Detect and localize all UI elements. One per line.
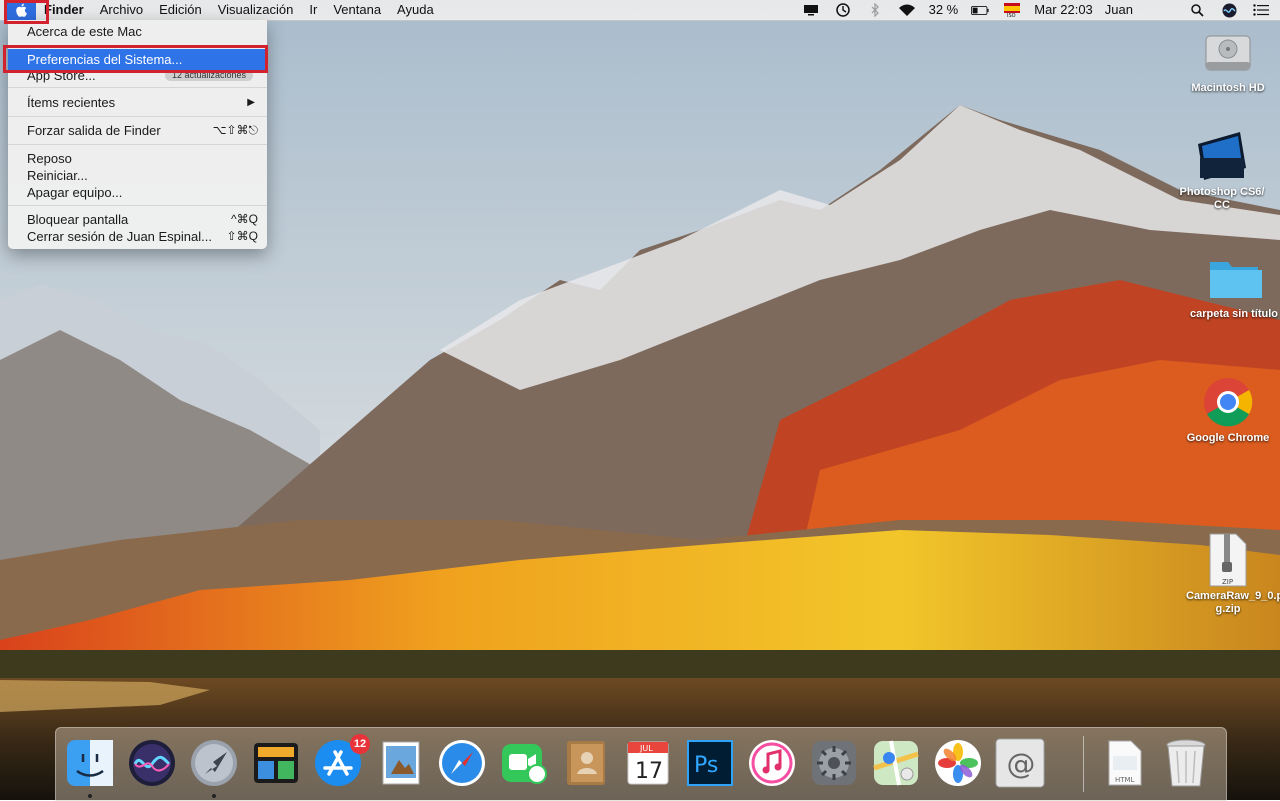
menu-separator [8, 45, 267, 46]
apple-menu-button[interactable] [6, 0, 36, 20]
svg-text:HTML: HTML [1115, 776, 1135, 784]
notification-center-icon[interactable] [1252, 3, 1270, 17]
menu-item-label: Reiniciar... [27, 168, 88, 183]
calendar-month: JUL [639, 744, 653, 753]
menu-item-label: App Store... [27, 68, 96, 83]
wifi-icon[interactable] [898, 3, 916, 17]
menu-item-app-store[interactable]: App Store... 12 actualizaciones [8, 67, 267, 84]
menu-edicion[interactable]: Edición [151, 0, 210, 20]
siri-icon[interactable] [1220, 3, 1238, 17]
calendar-icon[interactable]: JUL 17 [622, 737, 674, 789]
menu-item-label: Apagar equipo... [27, 185, 123, 200]
menu-item-force-quit[interactable]: Forzar salida de Finder ⌥⇧⌘⎋ [8, 122, 267, 139]
submenu-arrow-icon: ▶ [247, 97, 255, 108]
battery-icon[interactable] [971, 3, 989, 17]
desktop-icon-label: Google Chrome [1186, 432, 1270, 444]
photoshop-icon[interactable]: Ps [684, 737, 736, 789]
mail-icon[interactable]: @ [994, 737, 1046, 789]
photos-icon[interactable] [932, 737, 984, 789]
apple-logo-icon [16, 3, 27, 17]
menu-item-about-mac[interactable]: Acerca de este Mac [8, 23, 267, 40]
dock-divider [1083, 736, 1084, 792]
running-indicator [88, 794, 92, 798]
menu-item-label: Forzar salida de Finder [27, 123, 161, 138]
menu-ventana[interactable]: Ventana [325, 0, 389, 20]
html-document-icon[interactable]: HTML [1098, 737, 1150, 789]
maps-icon[interactable] [870, 737, 922, 789]
chrome-icon [1200, 374, 1256, 430]
menu-item-lock-screen[interactable]: Bloquear pantalla ^⌘Q [8, 211, 267, 228]
menu-item-restart[interactable]: Reiniciar... [8, 167, 267, 184]
photoshop-folder-icon [1194, 128, 1250, 184]
menu-item-label: Reposo [27, 151, 72, 166]
desktop-icon-label: Macintosh HD [1191, 82, 1265, 94]
spotlight-search-icon[interactable] [1188, 3, 1206, 17]
menu-finder[interactable]: Finder [36, 0, 92, 20]
menu-ayuda[interactable]: Ayuda [389, 0, 442, 20]
menu-item-label: Preferencias del Sistema... [27, 52, 183, 67]
bluetooth-icon[interactable] [866, 3, 884, 17]
menu-item-label: Bloquear pantalla [27, 212, 129, 227]
menu-item-shut-down[interactable]: Apagar equipo... [8, 184, 267, 201]
menu-separator [8, 144, 267, 145]
calendar-day: 17 [635, 759, 663, 784]
display-icon[interactable] [802, 3, 820, 17]
shortcut-force-quit: ⌥⇧⌘⎋ [212, 123, 258, 137]
clock[interactable]: Mar 22:03 [1028, 0, 1099, 20]
itunes-icon[interactable] [746, 737, 798, 789]
app-store-badge: 12 [350, 734, 370, 754]
menu-ir[interactable]: Ir [301, 0, 325, 20]
menu-visualizacion[interactable]: Visualización [210, 0, 302, 20]
preview-icon[interactable] [374, 737, 426, 789]
dock: 12 JUL 17 Ps @ HTML [55, 727, 1227, 801]
desktop-icon-google-chrome[interactable]: Google Chrome [1178, 374, 1278, 445]
system-preferences-icon[interactable] [808, 737, 860, 789]
menu-separator [8, 116, 267, 117]
menu-item-label: Acerca de este Mac [27, 24, 142, 39]
menu-item-log-out[interactable]: Cerrar sesión de Juan Espinal... ⇧⌘Q [8, 228, 267, 245]
svg-text:ZIP: ZIP [1222, 578, 1233, 586]
updates-badge: 12 actualizaciones [164, 70, 253, 81]
desktop-icon-label: Photoshop CS6/ CC [1179, 186, 1265, 211]
spain-flag-icon[interactable]: ISO [1003, 3, 1021, 17]
desktop-icon-label: carpeta sin título [1189, 308, 1279, 320]
facetime-icon[interactable] [498, 737, 550, 789]
mission-control-icon[interactable] [250, 737, 302, 789]
siri-icon[interactable] [126, 737, 178, 789]
finder-icon[interactable] [64, 737, 116, 789]
menu-item-recent-items[interactable]: Ítems recientes ▶ [8, 94, 267, 111]
shortcut-lock-screen: ^⌘Q [231, 212, 258, 226]
hard-drive-icon [1200, 24, 1256, 80]
menu-archivo[interactable]: Archivo [92, 0, 151, 20]
running-indicator [212, 794, 216, 798]
user-name[interactable]: Juan [1099, 0, 1139, 20]
desktop-icon-label: CameraRaw_9_0.p g.zip [1186, 590, 1280, 615]
battery-percent[interactable]: 32 % [923, 0, 965, 20]
safari-icon[interactable] [436, 737, 488, 789]
svg-text:@: @ [1007, 747, 1036, 781]
shortcut-log-out: ⇧⌘Q [226, 229, 258, 243]
time-machine-icon[interactable] [834, 3, 852, 17]
desktop-icon-zip-file[interactable]: ZIP CameraRaw_9_0.p g.zip [1178, 532, 1280, 616]
folder-icon [1206, 250, 1262, 306]
trash-icon[interactable] [1160, 737, 1212, 789]
menu-separator [8, 205, 267, 206]
desktop-icon-macintosh-hd[interactable]: Macintosh HD [1178, 24, 1278, 95]
desktop-icon-folder[interactable]: carpeta sin título [1184, 250, 1280, 321]
desktop-icon-photoshop-folder[interactable]: Photoshop CS6/ CC [1172, 128, 1272, 212]
zip-file-icon: ZIP [1200, 532, 1256, 588]
menu-item-label: Cerrar sesión de Juan Espinal... [27, 229, 212, 244]
launchpad-icon[interactable] [188, 737, 240, 789]
menu-item-sleep[interactable]: Reposo [8, 150, 267, 167]
menu-item-label: Ítems recientes [27, 95, 116, 110]
menu-bar: Finder Archivo Edición Visualización Ir … [0, 0, 1280, 21]
contacts-icon[interactable] [560, 737, 612, 789]
apple-menu: Acerca de este Mac Preferencias del Sist… [8, 20, 267, 249]
svg-text:ISO: ISO [1007, 13, 1016, 17]
photoshop-label: Ps [694, 753, 718, 778]
menu-separator [8, 87, 267, 88]
